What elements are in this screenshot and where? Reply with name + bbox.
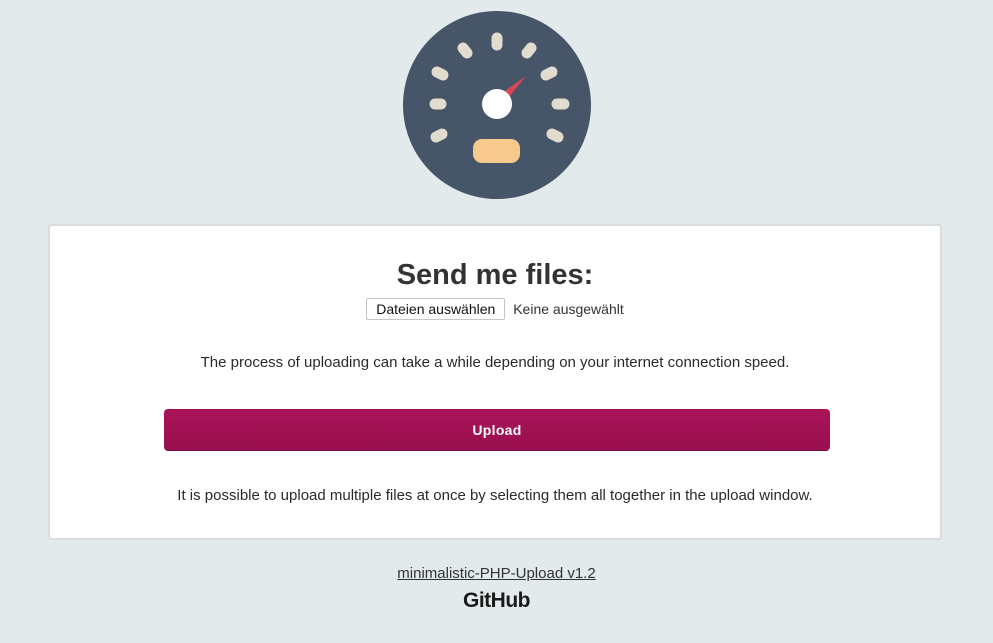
speedometer-logo-icon — [403, 11, 591, 199]
choose-files-button[interactable]: Dateien auswählen — [366, 298, 506, 321]
project-link[interactable]: minimalistic-PHP-Upload v1.2 — [397, 565, 595, 582]
github-logo-link[interactable]: GitHub — [0, 589, 993, 613]
upload-card: Send me files: Dateien auswählen Keine a… — [48, 224, 942, 540]
file-picker: Dateien auswählen Keine ausgewählt — [50, 298, 940, 321]
multi-file-hint: It is possible to upload multiple files … — [177, 487, 813, 504]
speed-notice: The process of uploading can take a whil… — [200, 354, 790, 371]
footer: minimalistic-PHP-Upload v1.2 — [0, 565, 993, 583]
upload-button[interactable]: Upload — [164, 409, 830, 450]
file-status-text: Keine ausgewählt — [513, 301, 624, 318]
page-title: Send me files: — [396, 259, 594, 291]
